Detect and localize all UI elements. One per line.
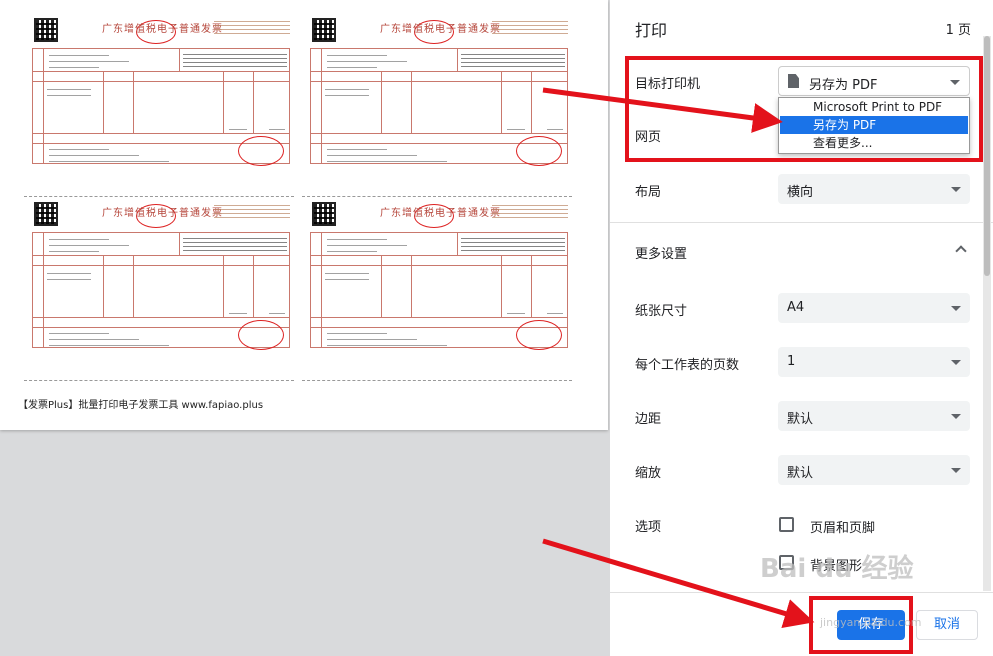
chevron-down-icon (951, 414, 961, 419)
cut-line (24, 196, 294, 197)
stamp-icon (238, 320, 284, 350)
divider (610, 222, 993, 223)
preview-footer-note: 【发票Plus】批量打印电子发票工具 www.fapiao.plus (18, 400, 264, 411)
page-count: 1 页 (945, 23, 971, 38)
invoice-title: 广东增值税电子普通发票 (380, 24, 501, 35)
margins-label: 边距 (635, 412, 662, 427)
invoice-title: 广东增值税电子普通发票 (102, 208, 223, 219)
chevron-down-icon (951, 187, 961, 192)
panel-title: 打印 (635, 21, 668, 40)
invoice-meta (214, 202, 290, 221)
margins-select[interactable]: 默认 (778, 401, 970, 431)
print-preview-page: 广东增值税电子普通发票 广东增值税电子普通发票 广东增值税电子普通发票 广东增值税电子… (0, 0, 608, 430)
highlight-box-destination (625, 56, 983, 162)
cut-line (302, 196, 572, 197)
paper-size-select[interactable]: A4 (778, 293, 970, 323)
chevron-down-icon (951, 306, 961, 311)
invoice-title: 广东增值税电子普通发票 (102, 24, 223, 35)
scale-select[interactable]: 默认 (778, 455, 970, 485)
cancel-button[interactable]: 取消 (916, 610, 978, 640)
options-label: 选项 (635, 520, 662, 535)
qr-code-icon (34, 18, 58, 42)
invoice-meta (492, 202, 568, 221)
invoice-title: 广东增值税电子普通发票 (380, 208, 501, 219)
layout-value: 横向 (787, 185, 814, 200)
scale-value: 默认 (787, 466, 814, 481)
invoice-meta (214, 18, 290, 37)
pages-per-sheet-select[interactable]: 1 (778, 347, 970, 377)
layout-label: 布局 (635, 185, 662, 200)
cut-line (24, 380, 294, 381)
headers-footers-label[interactable]: 页眉和页脚 (810, 517, 875, 536)
more-settings-toggle[interactable]: 更多设置 (635, 243, 687, 262)
chevron-down-icon (951, 360, 961, 365)
invoice-meta (492, 18, 568, 37)
stamp-icon (516, 136, 562, 166)
chevron-up-icon[interactable] (955, 245, 967, 257)
baidu-watermark-url: jingyan.baidu.com (820, 616, 922, 629)
paper-size-value: A4 (787, 300, 805, 315)
cut-line (302, 380, 572, 381)
paper-size-label: 纸张尺寸 (635, 304, 688, 319)
stamp-icon (238, 136, 284, 166)
scrollbar-thumb[interactable] (984, 36, 990, 276)
invoice-thumbnail: 广东增值税电子普通发票 (302, 198, 570, 378)
invoice-thumbnail: 广东增值税电子普通发票 (24, 198, 292, 378)
invoice-thumbnail: 广东增值税电子普通发票 (24, 14, 292, 194)
scrollbar[interactable] (983, 36, 991, 591)
pages-per-sheet-value: 1 (787, 354, 796, 369)
scale-label: 缩放 (635, 466, 662, 481)
baidu-watermark: Bai du 经验 (760, 554, 914, 584)
margins-value: 默认 (787, 412, 814, 427)
stamp-icon (516, 320, 562, 350)
pages-per-sheet-label: 每个工作表的页数 (635, 358, 740, 373)
qr-code-icon (312, 202, 336, 226)
invoice-thumbnail: 广东增值税电子普通发票 (302, 14, 570, 194)
qr-code-icon (312, 18, 336, 42)
headers-footers-checkbox[interactable] (779, 517, 794, 532)
qr-code-icon (34, 202, 58, 226)
chevron-down-icon (951, 468, 961, 473)
panel-footer: 保存 取消 (610, 592, 993, 656)
layout-select[interactable]: 横向 (778, 174, 970, 204)
